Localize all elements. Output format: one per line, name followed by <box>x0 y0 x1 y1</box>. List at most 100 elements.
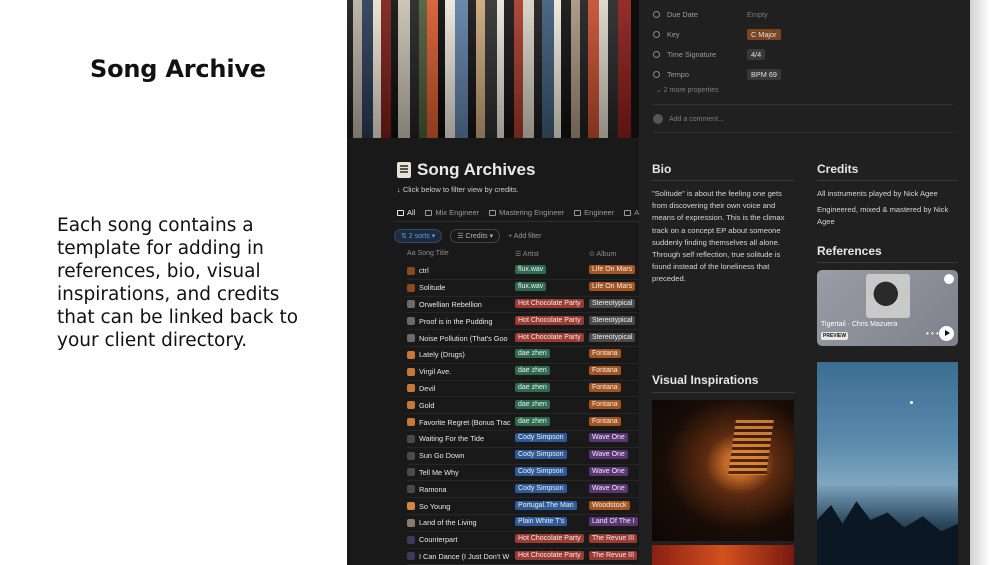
database-subtitle: ↓ Click below to filter view by credits. <box>397 185 519 194</box>
view-tabs: All Mix Engineer Mastering Engineer Enginee… <box>397 208 640 217</box>
table-row[interactable]: So Young Portugal.The Man Woodstock <box>407 498 647 515</box>
table-row[interactable]: ctrl flux.wav Life On Mars <box>407 263 647 280</box>
tab-view[interactable]: Mix Engineer <box>425 208 479 217</box>
cell-artist[interactable]: Cody Simpson <box>515 466 589 478</box>
song-title: Devil <box>419 383 436 393</box>
cell-song-title[interactable]: Waiting For the Tide <box>407 434 515 443</box>
cell-artist[interactable]: Cody Simpson <box>515 433 589 444</box>
table-row[interactable]: Devil dae zhen Fontana <box>407 381 647 398</box>
table-row[interactable]: Gold dae zhen Fontana <box>407 397 647 415</box>
sorts-button[interactable]: ⇅ 2 sorts ▾ <box>394 229 443 243</box>
column-song-title[interactable]: Aa Song Title <box>407 250 515 258</box>
table-row[interactable]: Waiting For the Tide Cody Simpson Wave One <box>407 431 647 448</box>
table-view-icon <box>574 209 582 216</box>
database-title[interactable]: Song Archives <box>417 160 535 180</box>
property-row[interactable]: Key C Major <box>653 24 953 44</box>
column-album[interactable]: ⊙ Album <box>589 250 616 258</box>
references-divider <box>817 262 958 263</box>
table-row[interactable]: Orwellian Rebellion Hot Chocolate Party St… <box>407 297 647 314</box>
page-icon <box>407 518 415 527</box>
cell-song-title[interactable]: Favorite Regret (Bonus Trac <box>407 418 515 427</box>
cell-song-title[interactable]: Sun Go Down <box>407 451 515 460</box>
table-row[interactable]: Favorite Regret (Bonus Trac dae zhen Fonta… <box>407 414 647 431</box>
cell-artist[interactable]: flux.wav <box>515 265 589 276</box>
page-icon <box>407 300 415 309</box>
cell-song-title[interactable]: Land of the Living <box>407 518 515 527</box>
property-list: Due Date Empty Key C Major Time Signature 4/4… <box>653 4 953 94</box>
add-filter-button[interactable]: + Add filter <box>508 233 541 240</box>
tab-view[interactable]: As <box>624 208 640 217</box>
page-icon <box>407 384 415 393</box>
vinyl-spine <box>381 0 391 138</box>
credits-filter-button[interactable]: ☰ Credits ▾ <box>450 229 501 243</box>
play-icon[interactable] <box>939 326 954 341</box>
cell-song-title[interactable]: Proof is in the Pudding <box>407 317 515 326</box>
tab-view[interactable]: All <box>397 208 415 217</box>
table-row[interactable]: Lately (Drugs) dae zhen Fontana <box>407 347 647 364</box>
cell-song-title[interactable]: Lately (Drugs) <box>407 350 515 359</box>
property-value[interactable]: Empty <box>747 10 768 19</box>
tab-view[interactable]: Engineer <box>574 208 614 217</box>
vinyl-spine <box>554 0 561 138</box>
comment-placeholder: Add a comment... <box>669 115 724 123</box>
property-label: Due Date <box>667 9 698 19</box>
cell-artist[interactable]: dae zhen <box>515 416 589 428</box>
vinyl-spine <box>497 0 504 138</box>
column-artist[interactable]: ☰ Artist <box>515 250 589 258</box>
cell-artist[interactable]: Hot Chocolate Party <box>515 550 589 562</box>
page-icon <box>407 418 415 427</box>
table-row[interactable]: Noise Pollution (That's Goo Hot Chocolate… <box>407 330 647 347</box>
cell-song-title[interactable]: Noise Pollution (That's Goo <box>407 334 515 343</box>
cell-song-title[interactable]: Ramona <box>407 485 515 494</box>
cell-artist[interactable]: Portugal.The Man <box>515 500 589 512</box>
cell-song-title[interactable]: I Can Dance (I Just Don't W <box>407 552 515 561</box>
property-value[interactable]: BPM 69 <box>747 68 781 80</box>
tab-view[interactable]: Mastering Engineer <box>489 208 564 217</box>
cell-song-title[interactable]: Gold <box>407 401 515 410</box>
cell-song-title[interactable]: Orwellian Rebellion <box>407 300 515 309</box>
cell-artist[interactable]: Plain White T's <box>515 517 589 528</box>
comment-divider <box>653 132 953 133</box>
vinyl-spine <box>542 0 554 138</box>
table-row[interactable]: Solitude flux.wav Life On Mars <box>407 280 647 297</box>
property-value[interactable]: 4/4 <box>747 48 766 60</box>
spotify-embed-card[interactable]: Tigertail · Chris Mazuera PREVIEW • • • <box>817 270 958 346</box>
more-options-icon[interactable]: • • • <box>926 329 939 338</box>
property-row[interactable]: Tempo BPM 69 <box>653 64 953 84</box>
artist-tag: Hot Chocolate Party <box>515 550 584 560</box>
property-row[interactable]: Due Date Empty <box>653 4 953 24</box>
cell-artist[interactable]: dae zhen <box>515 349 589 360</box>
cell-artist[interactable]: Hot Chocolate Party <box>515 534 589 545</box>
cell-artist[interactable]: flux.wav <box>515 282 589 293</box>
cell-song-title[interactable]: Devil <box>407 384 515 393</box>
table-row[interactable]: Virgil Ave. dae zhen Fontana <box>407 364 647 381</box>
property-row[interactable]: Time Signature 4/4 <box>653 44 953 64</box>
table-row[interactable]: Ramona Cody Simpson Wave One <box>407 481 647 499</box>
table-view-icon <box>425 209 433 216</box>
table-row[interactable]: Land of the Living Plain White T's Land Of… <box>407 515 647 532</box>
cell-song-title[interactable]: Virgil Ave. <box>407 367 515 376</box>
cell-artist[interactable]: Hot Chocolate Party <box>515 298 589 310</box>
more-properties-toggle[interactable]: ⌄ 2 more properties <box>653 86 953 94</box>
cell-artist[interactable]: Hot Chocolate Party <box>515 315 589 327</box>
cell-song-title[interactable]: Counterpart <box>407 535 515 544</box>
table-row[interactable]: Sun Go Down Cody Simpson Wave One <box>407 448 647 465</box>
cell-artist[interactable]: dae zhen <box>515 366 589 377</box>
cell-song-title[interactable]: ctrl <box>407 266 515 275</box>
property-value[interactable]: C Major <box>747 28 781 40</box>
comment-box[interactable]: Add a comment... <box>653 114 724 124</box>
cell-artist[interactable]: Hot Chocolate Party <box>515 332 589 344</box>
cell-song-title[interactable]: Tell Me Why <box>407 468 515 477</box>
table-row[interactable]: Counterpart Hot Chocolate Party The Revue … <box>407 532 647 549</box>
table-row[interactable]: Proof is in the Pudding Hot Chocolate Par… <box>407 313 647 331</box>
cell-song-title[interactable]: Solitude <box>407 283 515 292</box>
cell-artist[interactable]: Cody Simpson <box>515 483 589 495</box>
cell-artist[interactable]: Cody Simpson <box>515 450 589 461</box>
vinyl-spine <box>485 0 497 138</box>
cell-song-title[interactable]: So Young <box>407 502 515 511</box>
cell-artist[interactable]: dae zhen <box>515 382 589 394</box>
table-row[interactable]: I Can Dance (I Just Don't W Hot Chocolate… <box>407 549 647 565</box>
song-title: Gold <box>419 400 435 410</box>
cell-artist[interactable]: dae zhen <box>515 399 589 411</box>
table-row[interactable]: Tell Me Why Cody Simpson Wave One <box>407 465 647 482</box>
